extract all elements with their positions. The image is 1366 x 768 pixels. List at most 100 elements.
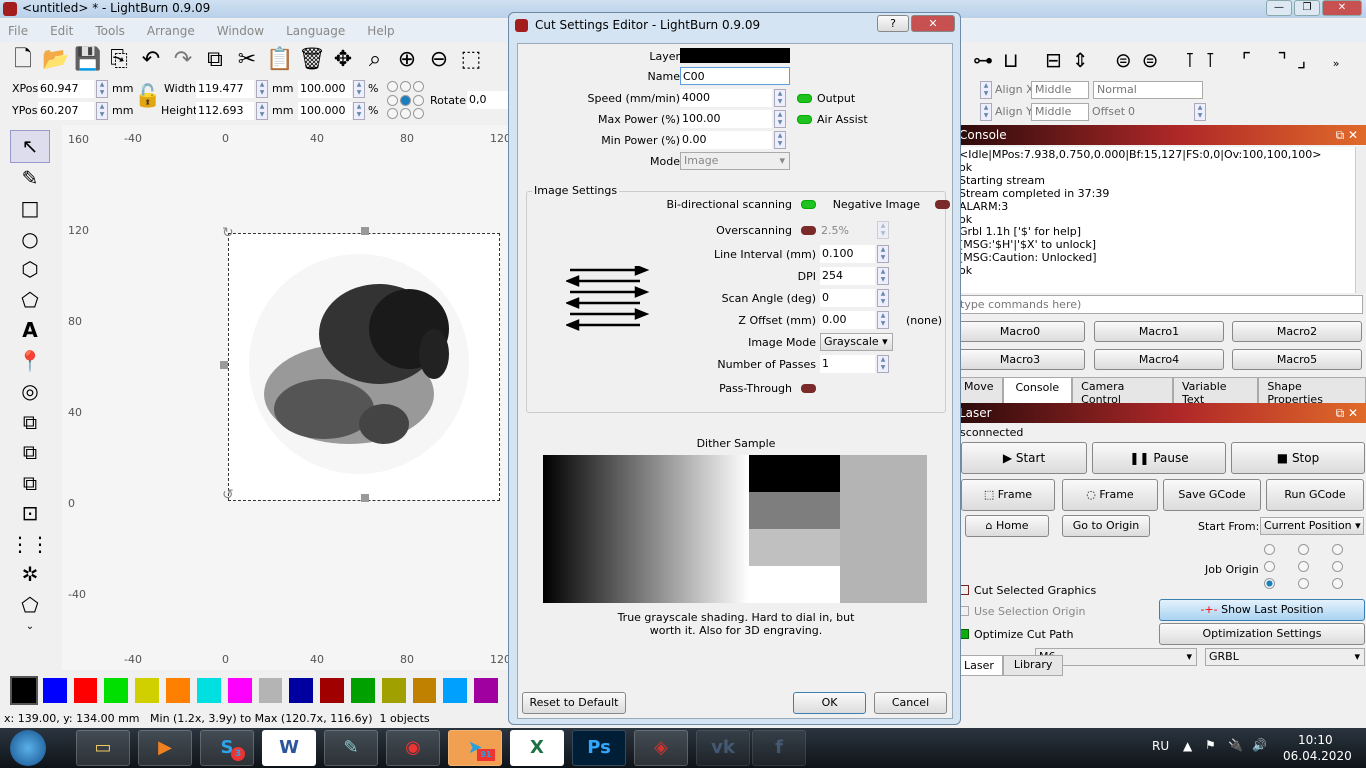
clock-time[interactable]: 10:10 [1298, 733, 1333, 747]
more-tools-icon[interactable]: ⌄ [10, 620, 50, 634]
name-input[interactable]: C00 [680, 67, 790, 85]
lock-icon[interactable]: 🔓 [134, 84, 161, 109]
rotate-handle-icon[interactable]: ↺ [222, 487, 234, 503]
job-origin-radio[interactable] [1264, 561, 1275, 572]
passes-input[interactable]: 1 [820, 355, 875, 373]
ypos-input[interactable]: 60.207 [38, 102, 94, 120]
facebook-taskbar-icon[interactable]: f [752, 730, 806, 766]
scale-width-spinner[interactable]: ▲ ▼ [353, 80, 365, 98]
rectangle-tool-icon[interactable]: □ [10, 193, 50, 224]
save-icon[interactable]: 💾 [74, 46, 101, 74]
width-spinner[interactable]: ▲ ▼ [256, 80, 268, 98]
redo-icon[interactable]: ↷ [170, 46, 196, 74]
line-interval-input[interactable]: 0.100 [820, 245, 875, 263]
close-button[interactable]: ✕ [1322, 0, 1362, 16]
width-input[interactable]: 119.477 [196, 80, 254, 98]
copy-icon[interactable]: ⧉ [202, 46, 228, 74]
boolean-intersect-icon[interactable]: ⧉ [10, 468, 50, 499]
pen-tool-icon[interactable]: ✎ [10, 163, 50, 194]
import-icon[interactable]: ⎘ [106, 46, 132, 74]
palette-color-swatch[interactable] [135, 678, 160, 703]
offset-spinner[interactable]: ▲ ▼ [1194, 103, 1206, 121]
job-origin-radio[interactable] [1264, 578, 1275, 589]
origin-selector[interactable] [387, 81, 427, 121]
show-last-position-button[interactable]: -+- Show Last Position [1159, 599, 1365, 621]
job-origin-radio[interactable] [1332, 578, 1343, 589]
resize-handle[interactable] [361, 494, 369, 502]
console-scrollbar[interactable] [1355, 147, 1366, 293]
menu-help[interactable]: Help [367, 20, 394, 42]
macro1-button[interactable]: Macro1 [1094, 321, 1224, 342]
menu-window[interactable]: Window [217, 20, 264, 42]
scan-angle-input[interactable]: 0 [820, 289, 875, 307]
clock-date[interactable]: 06.04.2020 [1283, 749, 1352, 763]
run-gcode-button[interactable]: Run GCode [1266, 479, 1364, 511]
power-icon[interactable]: 🔌 [1228, 738, 1243, 752]
palette-color-swatch[interactable] [258, 678, 283, 703]
align-x-select[interactable]: Middle [1031, 81, 1089, 99]
bidirectional-toggle[interactable] [801, 200, 816, 209]
align-y-select[interactable]: Middle [1031, 103, 1089, 121]
home-button[interactable]: ⌂ Home [965, 515, 1049, 537]
job-origin-radio[interactable] [1298, 578, 1309, 589]
resize-handle[interactable] [361, 227, 369, 235]
macro2-button[interactable]: Macro2 [1232, 321, 1362, 342]
palette-color-swatch[interactable] [227, 678, 252, 703]
zoom-out-icon[interactable]: ⊖ [426, 46, 452, 74]
select-frame-icon[interactable]: ⬚ [458, 46, 484, 74]
selected-image[interactable] [228, 233, 500, 501]
job-origin-radio[interactable] [1264, 544, 1275, 555]
media-player-taskbar-icon[interactable]: ▶ [138, 730, 192, 766]
skype-taskbar-icon[interactable]: S3 [200, 730, 254, 766]
layer-color-swatch[interactable] [680, 48, 790, 63]
pass-through-toggle[interactable] [801, 384, 816, 393]
boolean-union-icon[interactable]: ⧉ [10, 407, 50, 438]
zoom-in-icon[interactable]: ⊕ [394, 46, 420, 74]
height-spinner[interactable]: ▲ ▼ [256, 102, 268, 120]
job-origin-radio[interactable] [1332, 561, 1343, 572]
position-laser-icon[interactable]: 📍 [10, 346, 50, 377]
dpi-spinner[interactable]: ▲ ▼ [877, 267, 889, 285]
excel-taskbar-icon[interactable]: X [510, 730, 564, 766]
help-button[interactable]: ? [877, 15, 909, 32]
palette-color-swatch[interactable] [381, 678, 406, 703]
macro0-button[interactable]: Macro0 [955, 321, 1085, 342]
palette-color-swatch[interactable] [196, 678, 221, 703]
xpos-input[interactable]: 60.947 [38, 80, 94, 98]
new-file-icon[interactable]: 🗋 [10, 46, 36, 74]
tray-expand-icon[interactable]: ▲ [1183, 739, 1192, 753]
polygon-tool-icon[interactable]: ⬡ [10, 254, 50, 285]
max-power-input[interactable]: 100.00 [680, 110, 772, 128]
volume-icon[interactable]: 🔊 [1252, 738, 1267, 752]
float-close-icons[interactable]: ⧉ ✕ [1336, 403, 1358, 423]
align-toolbar[interactable]: ⊶⊔ ⊟⇕ ⊜⊜ ⊺⊺ ⌜ ⌝⌟ » [955, 44, 1366, 76]
overscanning-toggle[interactable] [801, 226, 816, 235]
word-taskbar-icon[interactable]: W [262, 730, 316, 766]
action-center-flag-icon[interactable]: ⚑ [1205, 738, 1216, 752]
min-power-input[interactable]: 0.00 [680, 131, 772, 149]
menu-edit[interactable]: Edit [50, 20, 73, 42]
min-power-spinner[interactable]: ▲ ▼ [774, 131, 786, 149]
palette-color-swatch[interactable] [474, 678, 498, 703]
paste-icon[interactable]: 📋 [266, 46, 293, 74]
max-power-spinner[interactable]: ▲ ▼ [774, 110, 786, 128]
pause-button[interactable]: ❚❚ Pause [1092, 442, 1226, 474]
air-assist-toggle[interactable] [797, 115, 812, 124]
palette-color-swatch[interactable] [42, 678, 67, 703]
scale-height-input[interactable]: 100.000 [298, 102, 352, 120]
delete-icon[interactable]: 🗑 [298, 46, 326, 74]
speed-spinner[interactable]: ▲ ▼ [774, 89, 786, 107]
start-button[interactable]: ▶ Start [961, 442, 1087, 474]
boolean-subtract-icon[interactable]: ⧉ [10, 437, 50, 468]
stop-button[interactable]: ■ Stop [1231, 442, 1365, 474]
ok-button[interactable]: OK [793, 692, 866, 714]
design-canvas[interactable]: -40 0 40 80 120 -40 0 40 80 120 160 120 … [62, 125, 511, 670]
macro4-button[interactable]: Macro4 [1094, 349, 1224, 370]
photoshop-taskbar-icon[interactable]: Ps [572, 730, 626, 766]
weld-icon[interactable]: ⊡ [10, 498, 50, 529]
dpi-input[interactable]: 254 [820, 267, 875, 285]
maximize-button[interactable]: ❐ [1294, 0, 1320, 16]
overscanning-spinner[interactable]: ▲ ▼ [877, 221, 889, 239]
image-mode-select[interactable]: Grayscale ▾ [820, 333, 893, 351]
mode-select[interactable]: Image ▾ [680, 152, 790, 170]
